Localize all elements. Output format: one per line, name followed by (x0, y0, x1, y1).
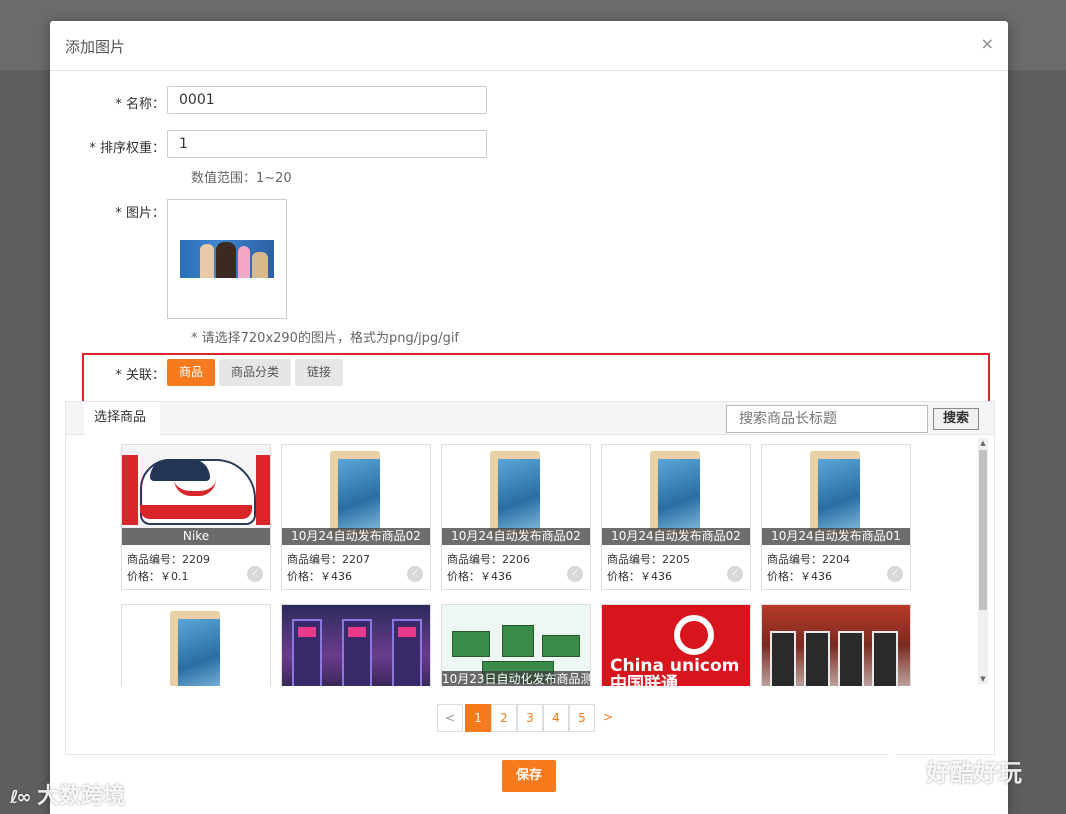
product-caption: 10月24自动发布商品02 (282, 528, 430, 545)
pagination-page-4[interactable]: 4 (543, 704, 569, 732)
product-caption: Nike (122, 528, 270, 545)
wechat-icon (879, 754, 916, 779)
product-card[interactable]: 10月24自动发布商品01 商品编号：2204 价格：￥436 ✓ (761, 444, 911, 590)
sort-weight-input[interactable] (167, 130, 487, 158)
scroll-down-icon[interactable]: ▼ (979, 675, 987, 683)
pagination-page-1[interactable]: 1 (465, 704, 491, 732)
add-image-modal: 添加图片 × * 名称： * 排序权重： 数值范围：1~20 * 图片： * 请… (50, 21, 1008, 814)
scroll-thumb[interactable] (979, 450, 987, 610)
product-code: 商品编号：2204 (767, 553, 850, 566)
pagination-next[interactable]: > (595, 704, 621, 732)
save-button[interactable]: 保存 (502, 760, 556, 792)
product-code: 商品编号：2207 (287, 553, 370, 566)
product-card[interactable]: Nike 商品编号：2209 价格：￥0.1 ✓ (121, 444, 271, 590)
unicom-logo-icon (674, 615, 714, 655)
product-price: 价格：￥436 (447, 570, 512, 583)
check-circle-icon[interactable]: ✓ (727, 566, 743, 582)
product-code: 商品编号：2209 (127, 553, 210, 566)
unicom-image-text: China unicom中国联通 (610, 656, 740, 686)
product-price: 价格：￥436 (287, 570, 352, 583)
name-input[interactable] (167, 86, 487, 114)
image-upload-box[interactable] (167, 199, 287, 319)
vending-machine-image (762, 605, 910, 686)
check-circle-icon[interactable]: ✓ (567, 566, 583, 582)
link-label: * 关联： (115, 368, 165, 383)
close-icon[interactable]: × (981, 34, 994, 53)
ticket-machine-image (282, 605, 430, 686)
product-picker-header: 选择商品 搜索 (66, 402, 994, 436)
modal-title: 添加图片 (65, 38, 126, 56)
product-caption: 10月24自动发布商品02 (602, 528, 750, 545)
image-hint: * 请选择720x290的图片，格式为png/jpg/gif (191, 331, 460, 346)
product-card[interactable]: 10月24自动发布商品02 商品编号：2207 价格：￥436 ✓ (281, 444, 431, 590)
check-circle-icon[interactable]: ✓ (407, 566, 423, 582)
name-label: * 名称： (115, 97, 165, 112)
tab-product[interactable]: 商品 (167, 359, 215, 386)
product-card[interactable]: 10月24自动发布商品02 商品编号：2206 价格：￥436 ✓ (441, 444, 591, 590)
image-label: * 图片： (115, 206, 165, 221)
tab-link[interactable]: 链接 (295, 359, 343, 386)
product-card[interactable]: 10月23日自动化发布商品测 (441, 604, 591, 686)
product-search-input[interactable] (726, 405, 928, 433)
check-circle-icon[interactable]: ✓ (887, 566, 903, 582)
sort-weight-hint: 数值范围：1~20 (191, 171, 292, 186)
banner-thumbnail (180, 240, 274, 278)
product-caption: 10月23日自动化发布商品测 (442, 671, 591, 686)
china-unicom-image: China unicom中国联通 (602, 605, 750, 686)
pagination-page-5[interactable]: 5 (569, 704, 595, 732)
scroll-up-icon[interactable]: ▲ (979, 439, 987, 447)
pagination-page-3[interactable]: 3 (517, 704, 543, 732)
product-card[interactable] (761, 604, 911, 686)
product-price: 价格：￥0.1 (127, 570, 189, 583)
product-card[interactable]: 10月24自动发布商品02 商品编号：2205 价格：￥436 ✓ (601, 444, 751, 590)
product-grid: Nike 商品编号：2209 价格：￥0.1 ✓ 10月24自动发布商品02 商… (66, 436, 978, 686)
pagination-prev[interactable]: < (437, 704, 463, 732)
pagination-page-2[interactable]: 2 (491, 704, 517, 732)
product-search-button[interactable]: 搜索 (933, 408, 979, 430)
product-grid-scrollbar[interactable]: ▲ ▼ (978, 438, 988, 684)
tab-product-category[interactable]: 商品分类 (219, 359, 291, 386)
tab-select-product[interactable]: 选择商品 (84, 402, 160, 436)
watermark-right-text: 好酷好玩 (926, 759, 1022, 787)
check-circle-icon[interactable]: ✓ (247, 566, 263, 582)
product-price: 价格：￥436 (767, 570, 832, 583)
product-code: 商品编号：2206 (447, 553, 530, 566)
product-picker-panel: 选择商品 搜索 Nike 商品编号：2209 价格：￥0.1 ✓ (65, 401, 995, 755)
product-card[interactable]: China unicom中国联通 (601, 604, 751, 686)
modal-header: 添加图片 × (50, 21, 1008, 71)
product-code: 商品编号：2205 (607, 553, 690, 566)
product-caption: 10月24自动发布商品01 (762, 528, 910, 545)
watermark-left-logo: ℓ∞ 大数跨境 (10, 784, 126, 809)
product-card[interactable] (281, 604, 431, 686)
sort-weight-label: * 排序权重： (89, 141, 165, 156)
watermark-left-text: 大数跨境 (37, 784, 126, 809)
product-price: 价格：￥436 (607, 570, 672, 583)
ipad-image (122, 605, 270, 686)
product-card[interactable] (121, 604, 271, 686)
product-caption: 10月24自动发布商品02 (442, 528, 590, 545)
